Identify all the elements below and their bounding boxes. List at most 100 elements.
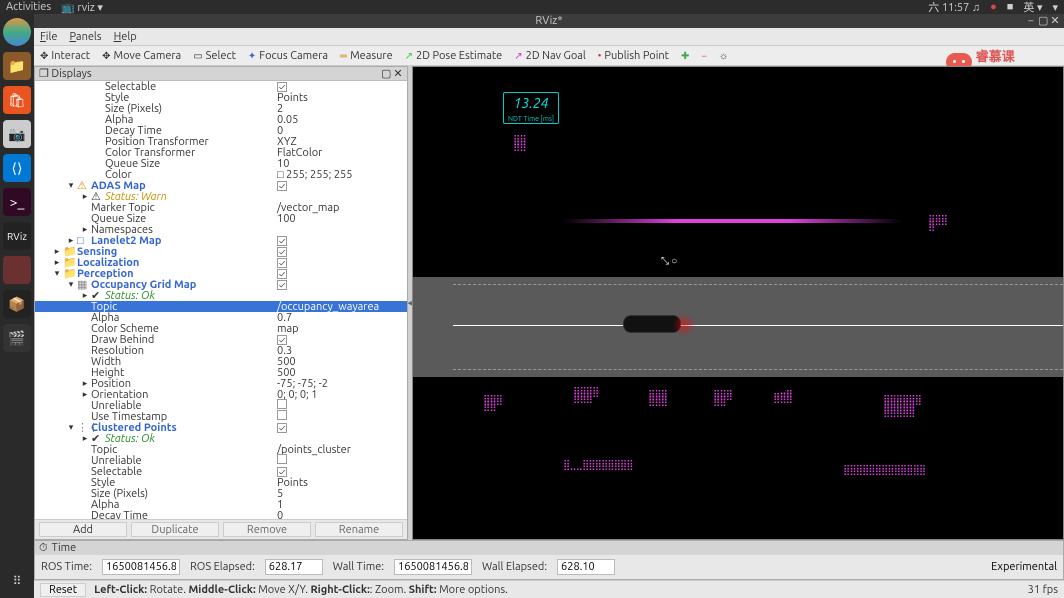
checkbox-icon[interactable]: [277, 454, 287, 464]
expand-icon[interactable]: ▸: [81, 224, 89, 235]
expand-icon[interactable]: ▸: [81, 433, 89, 444]
checkbox-icon[interactable]: ✓: [277, 247, 287, 257]
tree-row[interactable]: Queue Size100: [35, 213, 407, 224]
menu-panels[interactable]: Panels: [69, 31, 101, 43]
row-value[interactable]: 100: [277, 213, 407, 225]
row-value[interactable]: ✓: [277, 180, 407, 192]
menu-file[interactable]: File: [40, 31, 57, 43]
add-button[interactable]: Add: [39, 522, 127, 537]
tree-row[interactable]: Size (Pixels)2: [35, 103, 407, 114]
tree-row[interactable]: ▸Namespaces: [35, 224, 407, 235]
dock-apps-grid[interactable]: ⠿: [13, 574, 22, 588]
reset-button[interactable]: Reset: [40, 583, 86, 597]
tree-row[interactable]: Alpha1: [35, 499, 407, 510]
tool-2d-pose[interactable]: ↗2D Pose Estimate: [405, 50, 503, 62]
record-icon[interactable]: ●: [990, 1, 997, 13]
clock[interactable]: 六 11:57 ♫: [928, 0, 980, 15]
tool-focus-camera[interactable]: ✦Focus Camera: [248, 50, 328, 62]
tool-2d-nav[interactable]: ↗2D Nav Goal: [514, 50, 586, 62]
dock-screenshot[interactable]: 📷: [3, 120, 31, 148]
tree-row[interactable]: Size (Pixels)5: [35, 488, 407, 499]
app-indicator[interactable]: 📺 rviz ▾: [61, 1, 103, 14]
tree-row[interactable]: Draw Behind✓: [35, 334, 407, 345]
tree-row[interactable]: Color TransformerFlatColor: [35, 147, 407, 158]
expand-icon[interactable]: ▸: [81, 389, 89, 400]
checkbox-icon[interactable]: ✓: [277, 258, 287, 268]
dock-app1[interactable]: [3, 256, 31, 284]
tree-row[interactable]: Marker Topic/vector_map: [35, 202, 407, 213]
tool-remove-icon[interactable]: −: [701, 50, 707, 61]
tree-row[interactable]: Selectable✓: [35, 466, 407, 477]
tree-row[interactable]: StylePoints: [35, 477, 407, 488]
dock-rviz[interactable]: RViz: [3, 222, 31, 250]
tree-row[interactable]: Queue Size10: [35, 158, 407, 169]
tree-row[interactable]: Decay Time0: [35, 510, 407, 519]
dock-vscode[interactable]: ⟨⟩: [3, 154, 31, 182]
tree-row[interactable]: Decay Time0: [35, 125, 407, 136]
dock-app2[interactable]: 📦: [3, 290, 31, 318]
system-icon[interactable]: ▾: [1052, 1, 1058, 14]
tool-measure[interactable]: ═Measure: [340, 50, 393, 62]
dock-terminal[interactable]: >_: [3, 188, 31, 216]
ros-elapsed-input[interactable]: [265, 559, 323, 575]
tree-row[interactable]: Resolution0.3: [35, 345, 407, 356]
tree-row[interactable]: Width500: [35, 356, 407, 367]
checkbox-icon[interactable]: ✓: [277, 423, 287, 433]
dock-files[interactable]: 📁: [3, 52, 31, 80]
tool-move-camera[interactable]: ✥Move Camera: [102, 50, 181, 62]
dock-software[interactable]: 🛍: [3, 86, 31, 114]
wall-time-input[interactable]: [394, 559, 472, 575]
tool-add-icon[interactable]: ✚: [681, 50, 689, 62]
tree-row[interactable]: ▸⚠Status: Warn: [35, 191, 407, 202]
checkbox-icon[interactable]: ✓: [277, 181, 287, 191]
expand-icon[interactable]: ▸: [81, 290, 89, 301]
tool-gear-icon[interactable]: ☼: [719, 50, 728, 62]
tool-interact[interactable]: ✥Interact: [40, 50, 90, 62]
checkbox-icon[interactable]: ✓: [277, 82, 287, 92]
tool-select[interactable]: ▭Select: [193, 50, 236, 62]
tree-row[interactable]: Topic/occupancy_wayarea: [35, 301, 407, 312]
rename-button[interactable]: Rename: [315, 522, 403, 537]
expand-icon[interactable]: ▸: [81, 191, 89, 202]
tree-row[interactable]: Color Schememap: [35, 323, 407, 334]
tree-row[interactable]: Height500: [35, 367, 407, 378]
duplicate-button[interactable]: Duplicate: [131, 522, 219, 537]
checkbox-icon[interactable]: ✓: [277, 236, 287, 246]
close-icon[interactable]: ✕: [1050, 16, 1060, 26]
lang-indicator[interactable]: 英 ▾: [1023, 0, 1042, 15]
checkbox-icon[interactable]: ✓: [277, 269, 287, 279]
minimize-icon[interactable]: −: [1026, 16, 1036, 26]
tree-row[interactable]: ▸Position-75; -75; -2: [35, 378, 407, 389]
wall-elapsed-input[interactable]: [557, 559, 615, 575]
activities-button[interactable]: Activities: [6, 1, 51, 13]
3d-viewport[interactable]: 13.24 NDT Time [ms] ⣿⣿⣿⣿ ⣿⣿⣿⣿⣿ ⣿⣿⣿⣿⣿⣿⣿ ⣿…: [412, 66, 1064, 540]
tree-row[interactable]: StylePoints: [35, 92, 407, 103]
remove-button[interactable]: Remove: [223, 522, 311, 537]
tree-row[interactable]: Alpha0.7: [35, 312, 407, 323]
tool-publish-point[interactable]: •Publish Point: [598, 50, 669, 62]
checkbox-icon[interactable]: ✓: [277, 467, 287, 477]
checkbox-icon[interactable]: ✓: [277, 280, 287, 290]
dock-chrome[interactable]: [3, 18, 31, 46]
panel-detach-icon[interactable]: ▢: [381, 67, 391, 80]
row-value[interactable]: 0: [277, 510, 407, 520]
checkbox-icon[interactable]: [277, 399, 287, 409]
tree-row[interactable]: Alpha0.05: [35, 114, 407, 125]
dock-app3[interactable]: 🎬: [3, 324, 31, 352]
checkbox-icon[interactable]: ✓: [277, 335, 287, 345]
checkbox-icon[interactable]: [277, 410, 287, 420]
expand-icon[interactable]: ▸: [81, 378, 89, 389]
tree-row[interactable]: ▸✔Status: Ok: [35, 433, 407, 444]
tree-row[interactable]: Position TransformerXYZ: [35, 136, 407, 147]
row-value[interactable]: ✓: [277, 279, 407, 291]
menu-help[interactable]: Help: [114, 31, 137, 43]
tree-row[interactable]: Selectable✓: [35, 81, 407, 92]
row-value[interactable]: ✓: [277, 422, 407, 434]
panel-close-icon[interactable]: ✕: [393, 67, 403, 80]
displays-tree[interactable]: Selectable✓StylePointsSize (Pixels)2Alph…: [35, 81, 407, 519]
stop-icon[interactable]: ■: [1007, 1, 1014, 13]
tree-row[interactable]: ▸✔Status: Ok: [35, 290, 407, 301]
ros-time-input[interactable]: [102, 559, 180, 575]
maximize-icon[interactable]: ▢: [1038, 16, 1048, 26]
tree-row[interactable]: Unreliable: [35, 455, 407, 466]
